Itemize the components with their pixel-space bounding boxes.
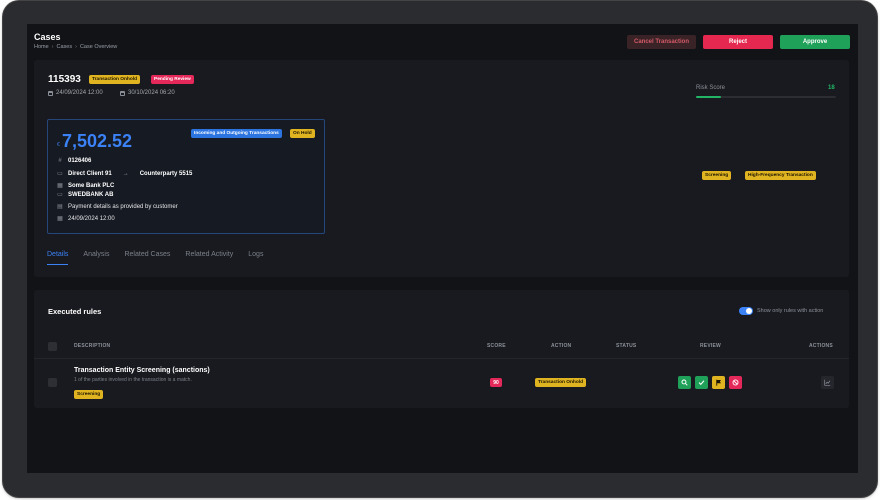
column-actions: ACTIONS	[809, 343, 833, 349]
search-icon	[681, 379, 688, 386]
rule-action-badge: Transaction Onhold	[535, 378, 587, 387]
currency-symbol: €	[57, 142, 60, 148]
tab-analysis[interactable]: Analysis	[83, 251, 109, 265]
reference-value: 0126406	[68, 158, 92, 164]
rules-with-action-toggle[interactable]	[739, 307, 753, 315]
app-screen: Cases Home › Cases › Case Overview Cance…	[27, 24, 858, 473]
card-icon: ▭	[57, 171, 63, 177]
check-icon	[698, 380, 705, 386]
executed-rules-card: Executed rules Show only rules with acti…	[34, 290, 849, 408]
bank-to-value: SWEDBANK AB	[68, 191, 114, 198]
case-overview-card: 115393 Transaction Onhold Pending Review…	[34, 60, 849, 277]
transaction-amount: 7,502.52	[62, 131, 133, 151]
breadcrumb-separator: ›	[51, 44, 54, 50]
receiver-name[interactable]: Counterparty 5515	[140, 171, 193, 177]
column-action: ACTION	[551, 343, 572, 349]
calendar-icon	[120, 90, 125, 96]
bank-from-value: Some Bank PLC	[68, 182, 115, 189]
review-approve-button[interactable]	[695, 376, 708, 389]
review-flag-button[interactable]	[712, 376, 725, 389]
screening-tag: Screening	[702, 171, 732, 180]
column-review: REVIEW	[700, 343, 721, 349]
parties-row: ▭ Direct Client 91 → Counterparty 5515	[57, 170, 193, 178]
direction-badge: Incoming and Outgoing Transactions	[191, 129, 282, 138]
executed-rules-title: Executed rules	[48, 307, 102, 316]
approve-button[interactable]: Approve	[780, 35, 850, 49]
column-status: STATUS	[616, 343, 637, 349]
review-reject-button[interactable]	[729, 376, 742, 389]
bank-icon: ▦	[57, 183, 63, 189]
rule-name[interactable]: Transaction Entity Screening (sanctions)	[74, 367, 210, 374]
sender-name[interactable]: Direct Client 91	[68, 171, 112, 177]
created-date-value: 24/09/2024 12:00	[56, 90, 103, 96]
case-id: 115393	[48, 74, 81, 85]
column-score: SCORE	[487, 343, 506, 349]
high-frequency-tag: High-Frequency Transaction	[745, 171, 816, 180]
card-icon: ▭	[57, 192, 63, 198]
breadcrumb-separator: ›	[75, 44, 77, 50]
rule-score-badge: 90	[490, 378, 502, 387]
cancel-transaction-button[interactable]: Cancel Transaction	[627, 35, 696, 49]
calendar-icon: ▦	[57, 216, 63, 222]
transaction-date-value: 24/09/2024 12:00	[68, 215, 115, 222]
rules-table-header: DESCRIPTION SCORE ACTION STATUS REVIEW A…	[48, 343, 836, 355]
breadcrumb: Home › Cases › Case Overview	[34, 44, 117, 50]
payment-details-value: Payment details as provided by customer	[68, 203, 178, 210]
block-icon	[732, 379, 739, 386]
arrow-right-icon: →	[122, 170, 129, 177]
created-date: 24/09/2024 12:00	[48, 90, 103, 96]
review-status-badge: Pending Review	[151, 75, 194, 84]
chart-icon	[824, 379, 831, 386]
breadcrumb-case-overview: Case Overview	[79, 44, 118, 50]
case-tabs: Details Analysis Related Cases Related A…	[47, 251, 263, 265]
reject-button[interactable]: Reject	[703, 35, 773, 49]
breadcrumb-home[interactable]: Home	[34, 44, 49, 50]
risk-score-label: Risk Score	[696, 85, 726, 91]
flag-icon	[716, 379, 721, 386]
reference-row: # 0126406	[57, 158, 91, 164]
transaction-date-row: ▦ 24/09/2024 12:00	[57, 215, 115, 223]
updated-date: 30/10/2024 06:20	[120, 90, 175, 96]
calendar-icon	[48, 90, 53, 96]
page-title: Cases	[34, 32, 61, 42]
row-checkbox[interactable]	[48, 378, 57, 387]
on-hold-badge: On Hold	[290, 129, 315, 138]
hash-icon: #	[58, 158, 62, 164]
tab-details[interactable]: Details	[47, 251, 69, 265]
rule-description: 1 of the parties involved in the transac…	[74, 377, 192, 383]
review-search-button[interactable]	[678, 376, 691, 389]
risk-score-bar-fill	[696, 96, 722, 98]
payment-details-row: ▤ Payment details as provided by custome…	[57, 203, 178, 211]
tab-related-activity[interactable]: Related Activity	[185, 251, 233, 265]
bank-from-row: ▦ Some Bank PLC	[57, 182, 115, 190]
rule-chart-button[interactable]	[821, 376, 834, 389]
transaction-summary: € 7,502.52 Incoming and Outgoing Transac…	[47, 119, 325, 234]
breadcrumb-cases[interactable]: Cases	[57, 44, 73, 50]
rule-tag: Screening	[74, 390, 104, 399]
document-icon: ▤	[57, 204, 63, 210]
case-status-badge: Transaction Onhold	[89, 75, 141, 84]
tab-related-cases[interactable]: Related Cases	[124, 251, 170, 265]
device-frame: Cases Home › Cases › Case Overview Cance…	[3, 1, 877, 497]
rules-with-action-label: Show only rules with action	[757, 308, 824, 314]
bank-to-row: ▭ SWEDBANK AB	[57, 191, 114, 199]
table-divider	[34, 358, 849, 359]
updated-date-value: 30/10/2024 06:20	[128, 90, 175, 96]
tab-logs[interactable]: Logs	[248, 251, 263, 265]
column-description: DESCRIPTION	[74, 343, 111, 349]
risk-score-value: 18	[828, 85, 835, 91]
risk-score-bar	[696, 96, 836, 98]
